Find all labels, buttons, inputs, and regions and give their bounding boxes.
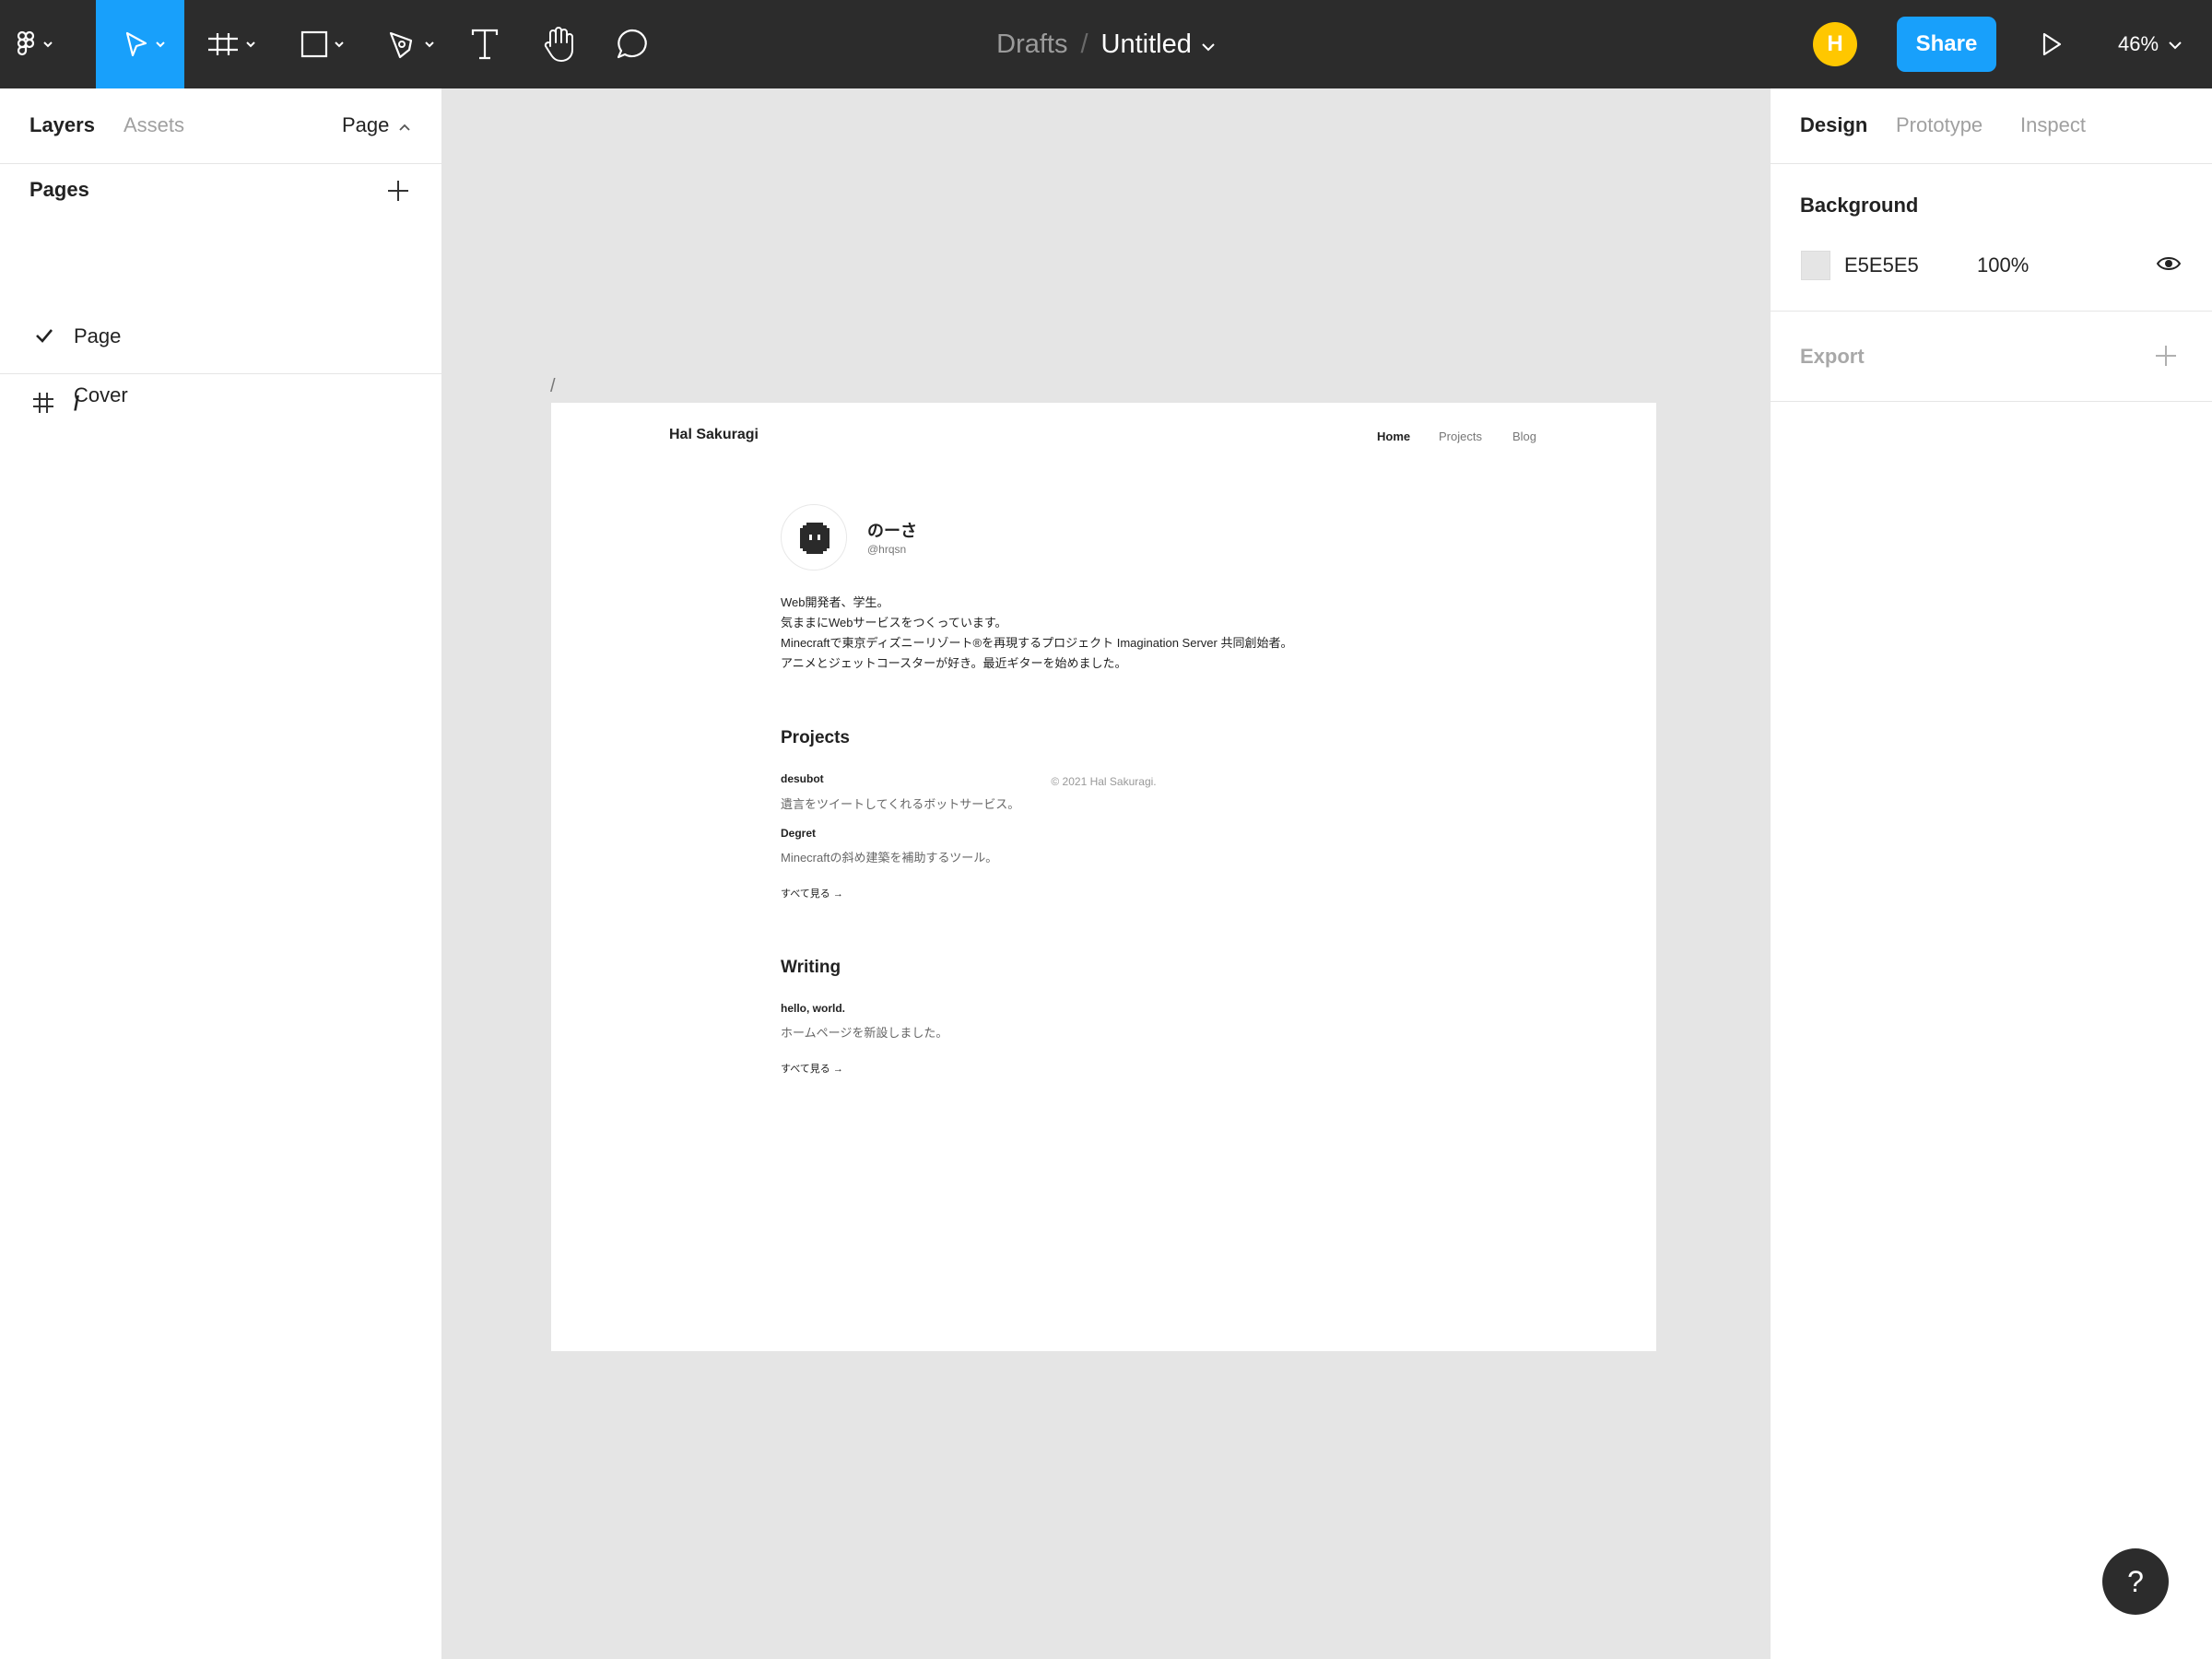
writing-item-title: hello, world. bbox=[781, 1002, 846, 1015]
comment-tool-button[interactable] bbox=[610, 0, 654, 88]
toolbar: Drafts / Untitled H Share 46% bbox=[0, 0, 2212, 88]
projects-title: Projects bbox=[781, 728, 850, 747]
tab-layers[interactable]: Layers bbox=[29, 113, 95, 137]
profile-avatar bbox=[781, 504, 847, 571]
layer-label: / bbox=[74, 392, 80, 415]
frame-icon bbox=[31, 391, 55, 419]
present-button[interactable] bbox=[2031, 0, 2072, 88]
text-tool-button[interactable] bbox=[463, 0, 507, 88]
site-name: Hal Sakuragi bbox=[669, 427, 759, 442]
nav-home: Home bbox=[1377, 429, 1411, 443]
breadcrumb-separator: / bbox=[1080, 29, 1088, 59]
right-panel-tabs: Design Prototype Inspect bbox=[1771, 88, 2212, 164]
project-title: Degret bbox=[781, 827, 817, 840]
text-icon bbox=[469, 28, 500, 61]
bio: Web開発者、学生。 気ままにWebサービスをつくっています。 Minecraf… bbox=[781, 593, 1292, 674]
zoom-level: 46% bbox=[2118, 32, 2159, 55]
nav-blog: Blog bbox=[1512, 429, 1537, 443]
projects-see-all: すべて見る → bbox=[781, 888, 843, 900]
plus-icon bbox=[2155, 346, 2177, 371]
file-title[interactable]: Untitled bbox=[1101, 29, 1192, 60]
background-swatch[interactable] bbox=[1801, 251, 1830, 280]
breadcrumb-drafts[interactable]: Drafts bbox=[996, 29, 1067, 60]
tab-prototype[interactable]: Prototype bbox=[1896, 113, 1983, 137]
profile-name: のーさ bbox=[867, 522, 917, 540]
pages-section: Pages Page Cover bbox=[0, 164, 442, 406]
left-panel-tabs: Layers Assets Page bbox=[0, 88, 441, 164]
writing-see-all: すべて見る → bbox=[781, 1064, 843, 1075]
layer-row-frame[interactable]: / bbox=[0, 378, 442, 429]
chevron-up-icon bbox=[389, 113, 411, 137]
move-tool-button[interactable] bbox=[96, 0, 184, 88]
pixel-face-icon bbox=[800, 523, 830, 554]
frame-icon bbox=[205, 29, 264, 59]
checkmark-icon bbox=[35, 327, 53, 348]
nav-projects: Projects bbox=[1439, 429, 1482, 443]
tab-design[interactable]: Design bbox=[1800, 113, 1867, 137]
site-footer: © 2021 Hal Sakuragi. bbox=[1051, 775, 1157, 788]
main-menu-button[interactable] bbox=[0, 0, 63, 88]
comment-icon bbox=[615, 27, 650, 62]
zoom-menu[interactable]: 46% bbox=[2118, 0, 2183, 88]
profile-handle: @hrqsn bbox=[867, 543, 907, 556]
chevron-down-icon[interactable] bbox=[1201, 29, 1216, 60]
hand-icon bbox=[541, 26, 576, 63]
pages-title: Pages bbox=[29, 178, 89, 201]
frame[interactable]: Hal Sakuragi Home Projects Blog のーさ @hrq… bbox=[551, 403, 1656, 1351]
hand-tool-button[interactable] bbox=[536, 0, 581, 88]
figma-logo-icon bbox=[7, 29, 55, 59]
bio-line: Minecraftで東京ディズニーリゾート®を再現するプロジェクト Imagin… bbox=[781, 636, 1293, 650]
add-export-button[interactable] bbox=[2155, 345, 2177, 371]
add-page-button[interactable] bbox=[384, 179, 412, 206]
tab-assets[interactable]: Assets bbox=[124, 113, 184, 137]
bio-line: 気ままにWebサービスをつくっています。 bbox=[781, 616, 1007, 629]
writing-title: Writing bbox=[781, 958, 841, 977]
page-item-page[interactable]: Page bbox=[0, 310, 442, 361]
writing-item-description: ホームページを新設しました。 bbox=[781, 1026, 948, 1040]
frame-tool-button[interactable] bbox=[199, 0, 269, 88]
shape-tool-button[interactable] bbox=[288, 0, 358, 88]
frame-label[interactable]: / bbox=[550, 376, 556, 397]
right-panel: Design Prototype Inspect Background E5E5… bbox=[1770, 88, 2212, 1659]
background-hex-input[interactable]: E5E5E5 bbox=[1844, 253, 1919, 277]
background-title: Background bbox=[1800, 194, 1919, 217]
background-opacity-input[interactable]: 100% bbox=[1977, 253, 2029, 277]
bio-line: アニメとジェットコースターが好き。最近ギターを始めました。 bbox=[781, 656, 1127, 670]
bio-line: Web開発者、学生。 bbox=[781, 595, 889, 609]
page-item-label: Page bbox=[74, 324, 122, 347]
background-section: Background E5E5E5 100% bbox=[1771, 164, 2212, 312]
page-selector-label: Page bbox=[342, 113, 390, 136]
play-icon bbox=[2041, 31, 2063, 57]
plus-icon bbox=[387, 180, 409, 206]
help-button[interactable]: ? bbox=[2102, 1548, 2169, 1615]
project-description: 遺言をツイートしてくれるボットサービス。 bbox=[781, 797, 1020, 811]
pen-icon bbox=[382, 29, 441, 59]
page-selector[interactable]: Page bbox=[342, 113, 411, 137]
project-description: Minecraftの斜め建築を補助するツール。 bbox=[781, 851, 998, 865]
export-title: Export bbox=[1800, 345, 1865, 368]
left-panel: Layers Assets Page Pages Page Cover / bbox=[0, 88, 442, 1659]
export-section: Export bbox=[1771, 312, 2212, 402]
pen-tool-button[interactable] bbox=[376, 0, 446, 88]
cursor-icon bbox=[111, 29, 170, 59]
avatar[interactable]: H bbox=[1813, 22, 1857, 66]
chevron-down-icon bbox=[2159, 32, 2183, 56]
eye-icon[interactable] bbox=[2156, 253, 2182, 279]
tab-inspect[interactable]: Inspect bbox=[2020, 113, 2086, 137]
rectangle-icon bbox=[293, 29, 352, 59]
share-button[interactable]: Share bbox=[1897, 17, 1996, 72]
